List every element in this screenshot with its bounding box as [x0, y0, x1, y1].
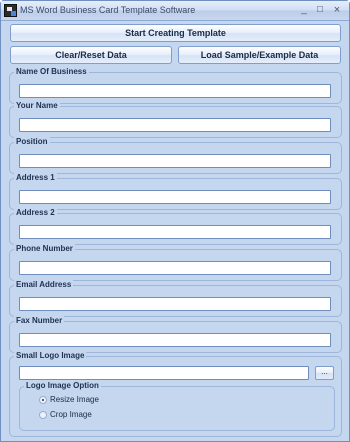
group-label: Address 1 — [14, 173, 57, 182]
group-your-name: Your Name — [9, 101, 342, 138]
group-label: Phone Number — [14, 244, 75, 253]
group-email-address: Email Address — [9, 280, 342, 317]
group-label: Address 2 — [14, 208, 57, 217]
window-title: MS Word Business Card Template Software — [20, 5, 196, 15]
logo-path-input[interactable] — [19, 366, 309, 380]
group-address-1: Address 1 — [9, 173, 342, 210]
group-label: Fax Number — [14, 316, 65, 325]
group-label: Logo Image Option — [24, 381, 101, 390]
group-label: Position — [14, 137, 50, 146]
group-label: Your Name — [14, 101, 60, 110]
app-window: MS Word Business Card Template Software … — [0, 0, 350, 442]
group-label: Name Of Business — [14, 67, 89, 76]
group-fax-number: Fax Number — [9, 316, 342, 353]
minimize-button[interactable]: _ — [296, 3, 312, 17]
phone-number-input[interactable] — [19, 261, 331, 275]
logo-image-option-group: Logo Image Option Resize Image Crop Imag… — [19, 381, 335, 431]
group-label: Small Logo Image — [14, 351, 87, 360]
position-input[interactable] — [19, 154, 331, 168]
title-bar[interactable]: MS Word Business Card Template Software … — [1, 1, 349, 21]
email-address-input[interactable] — [19, 297, 331, 311]
your-name-input[interactable] — [19, 118, 331, 132]
group-label: Email Address — [14, 280, 74, 289]
name-of-business-input[interactable] — [19, 84, 331, 98]
address-2-input[interactable] — [19, 225, 331, 239]
group-name-of-business: Name Of Business — [9, 67, 342, 104]
group-small-logo-image: Small Logo Image ... Logo Image Option R… — [9, 351, 342, 437]
group-phone-number: Phone Number — [9, 244, 342, 281]
radio-checked-icon[interactable] — [39, 396, 47, 404]
close-button[interactable]: × — [329, 3, 345, 17]
app-icon — [4, 4, 17, 17]
address-1-input[interactable] — [19, 190, 331, 204]
fax-number-input[interactable] — [19, 333, 331, 347]
group-position: Position — [9, 137, 342, 174]
group-address-2: Address 2 — [9, 208, 342, 245]
clear-reset-data-button[interactable]: Clear/Reset Data — [10, 46, 172, 64]
radio-unchecked-icon[interactable] — [39, 411, 47, 419]
maximize-button[interactable]: □ — [312, 3, 328, 17]
radio-label: Crop Image — [50, 410, 92, 419]
browse-button[interactable]: ... — [315, 366, 334, 380]
start-creating-template-button[interactable]: Start Creating Template — [10, 24, 341, 42]
load-sample-data-button[interactable]: Load Sample/Example Data — [178, 46, 341, 64]
radio-label: Resize Image — [50, 395, 99, 404]
